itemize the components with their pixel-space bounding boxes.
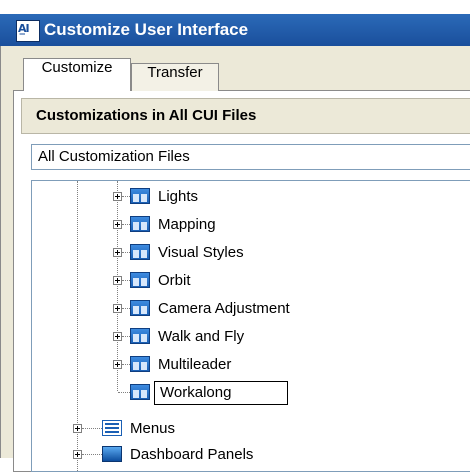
expand-icon[interactable]	[113, 332, 122, 341]
expand-icon[interactable]	[113, 192, 122, 201]
toolbar-icon	[130, 356, 150, 372]
tree-node-walk-and-fly[interactable]: Walk and Fly	[32, 325, 470, 349]
toolbar-icon	[130, 328, 150, 344]
expand-icon[interactable]	[113, 248, 122, 257]
tree-guide-line	[82, 454, 102, 455]
tree-node-label: Menus	[130, 420, 176, 437]
window-title: Customize User Interface	[44, 20, 249, 39]
tree-node-lights[interactable]: Lights	[32, 185, 470, 209]
customization-tree[interactable]: Lights Mapping Visual Styles Orbit Camer…	[31, 180, 470, 472]
expand-icon[interactable]	[73, 424, 82, 433]
tree-node-menus[interactable]: Menus	[32, 417, 470, 441]
tree-node-label: Workalong	[160, 384, 232, 401]
toolbar-icon	[130, 300, 150, 316]
dashboard-panel-icon	[102, 446, 122, 462]
tree-node-label: Orbit	[158, 272, 191, 289]
tree-guide-line	[82, 428, 102, 429]
filter-selected-value: All Customization Files	[38, 148, 190, 165]
section-header-title: Customizations in All CUI Files	[36, 107, 257, 124]
window-body: Customize Transfer Customizations in All…	[0, 46, 470, 472]
tree-guide-line	[118, 392, 130, 393]
tree-node-label: Walk and Fly	[158, 328, 245, 345]
menu-icon	[102, 420, 122, 436]
tree-guide-line	[122, 336, 130, 337]
toolbar-icon	[130, 188, 150, 204]
tree-node-label: Lights	[158, 188, 199, 205]
tree-guide-line	[122, 280, 130, 281]
tree-node-mapping[interactable]: Mapping	[32, 213, 470, 237]
tree-guide-line	[122, 308, 130, 309]
tree-guide-line	[122, 224, 130, 225]
expand-icon[interactable]	[113, 276, 122, 285]
tree-node-workalong[interactable]: Workalong	[32, 381, 470, 405]
tree-node-label: Visual Styles	[158, 244, 244, 261]
tree-node-camera-adjustment[interactable]: Camera Adjustment	[32, 297, 470, 321]
tree-node-label: Camera Adjustment	[158, 300, 290, 317]
tree-node-label: Dashboard Panels	[130, 446, 254, 463]
tree-node-visual-styles[interactable]: Visual Styles	[32, 241, 470, 265]
toolbar-icon	[130, 272, 150, 288]
tree-node-label: Mapping	[158, 216, 216, 233]
toolbar-icon	[130, 216, 150, 232]
toolbar-icon	[130, 384, 150, 400]
tab-customize[interactable]: Customize	[23, 58, 131, 91]
tree-guide-line	[122, 252, 130, 253]
application-icon: A̲I	[16, 20, 40, 42]
tree-node-label: Multileader	[158, 356, 232, 373]
tree-node-orbit[interactable]: Orbit	[32, 269, 470, 293]
expand-icon[interactable]	[113, 360, 122, 369]
tree-node-multileader[interactable]: Multileader	[32, 353, 470, 377]
tree-guide-line	[122, 196, 130, 197]
expand-icon[interactable]	[113, 220, 122, 229]
expand-icon[interactable]	[113, 304, 122, 313]
title-bar[interactable]: A̲I Customize User Interface	[0, 0, 470, 46]
tree-node-dashboard-panels[interactable]: Dashboard Panels	[32, 443, 470, 467]
customization-file-filter[interactable]: All Customization Files	[31, 144, 470, 170]
section-header[interactable]: Customizations in All CUI Files	[21, 98, 470, 134]
toolbar-icon	[130, 244, 150, 260]
tab-transfer[interactable]: Transfer	[131, 63, 219, 91]
tree-guide-line	[122, 364, 130, 365]
